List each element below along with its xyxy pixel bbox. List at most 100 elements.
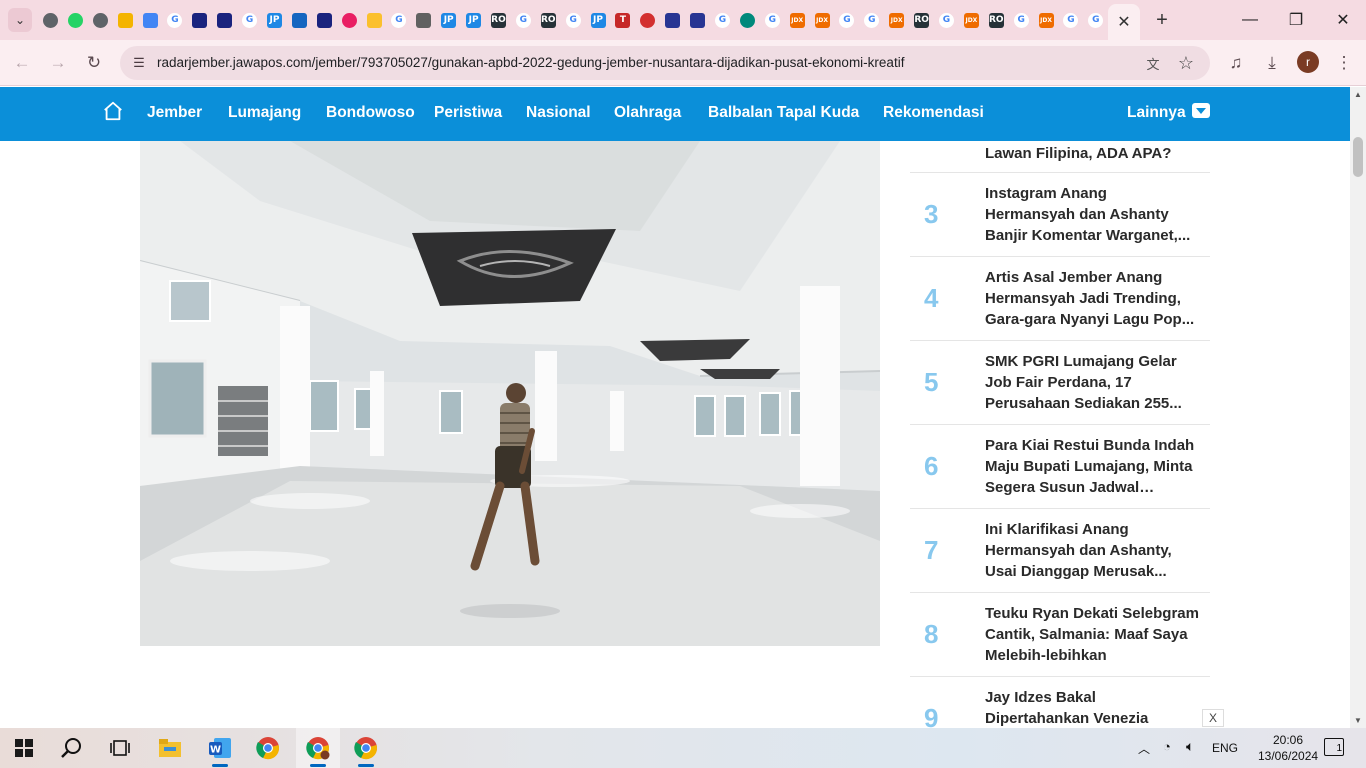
media-controls-icon[interactable]: ♫ xyxy=(1222,49,1250,77)
list-item-title[interactable]: Lawan Filipina, ADA APA? xyxy=(985,143,1200,164)
list-item[interactable]: 6 Para Kiai Restui Bunda Indah Maju Bupa… xyxy=(910,425,1210,509)
nav-item-jember[interactable]: Jember xyxy=(147,104,202,122)
scroll-down-icon[interactable]: ▼ xyxy=(1354,716,1362,725)
pinned-tab[interactable]: G xyxy=(237,8,262,32)
reload-icon[interactable]: ↻ xyxy=(80,49,108,77)
notifications-icon[interactable]: 1 xyxy=(1324,738,1344,756)
list-item-title[interactable]: SMK PGRI Lumajang Gelar Job Fair Perdana… xyxy=(985,351,1200,414)
site-info-icon[interactable]: ☰ xyxy=(128,52,150,74)
chrome-button-2[interactable] xyxy=(344,728,388,768)
volume-icon[interactable]: 🔈︎ xyxy=(1186,738,1194,755)
list-item-title[interactable]: Ini Klarifikasi Anang Hermansyah dan Ash… xyxy=(985,519,1200,582)
task-view-button[interactable] xyxy=(98,728,142,768)
new-tab-button[interactable]: + xyxy=(1150,8,1174,32)
pinned-tab[interactable] xyxy=(635,8,660,32)
pinned-tab[interactable]: T xyxy=(610,8,635,32)
tab-search-chevron-icon[interactable]: ⌄ xyxy=(8,8,32,32)
pinned-tab[interactable]: G xyxy=(835,8,860,32)
pinned-tab[interactable]: JDX xyxy=(810,8,835,32)
home-icon[interactable] xyxy=(102,100,124,122)
pinned-tab[interactable] xyxy=(411,8,436,32)
pinned-tab[interactable] xyxy=(287,8,312,32)
pinned-tab[interactable]: JDX xyxy=(1034,8,1059,32)
pinned-tab[interactable] xyxy=(685,8,710,32)
pinned-tab[interactable]: JP xyxy=(586,8,611,32)
pinned-tab[interactable]: RO xyxy=(536,8,561,32)
pinned-tab[interactable]: JP xyxy=(436,8,461,32)
pinned-tab[interactable] xyxy=(113,8,138,32)
list-item-title[interactable]: Instagram Anang Hermansyah dan Ashanty B… xyxy=(985,183,1200,246)
nav-item-olahraga[interactable]: Olahraga xyxy=(614,104,681,122)
pinned-tab[interactable]: G xyxy=(934,8,959,32)
close-window-icon[interactable]: ✕ xyxy=(1320,8,1366,32)
word-button[interactable]: W xyxy=(198,728,242,768)
nav-item-balbalan[interactable]: Balbalan Tapal Kuda xyxy=(708,104,859,122)
chrome-button[interactable] xyxy=(246,728,290,768)
pinned-tab[interactable]: G xyxy=(511,8,536,32)
list-item[interactable]: 8 Teuku Ryan Dekati Selebgram Cantik, Sa… xyxy=(910,593,1210,677)
downloads-icon[interactable]: ⤓ xyxy=(1258,49,1286,77)
pinned-tab[interactable] xyxy=(735,8,760,32)
menu-icon[interactable]: ⋮ xyxy=(1330,49,1358,77)
list-item-title[interactable]: Teuku Ryan Dekati Selebgram Cantik, Salm… xyxy=(985,603,1200,666)
pinned-tab[interactable]: JDX xyxy=(785,8,810,32)
pinned-tab[interactable]: G xyxy=(561,8,586,32)
back-icon[interactable]: ← xyxy=(8,49,36,77)
network-icon[interactable]: ◔ xyxy=(1163,739,1171,754)
nav-item-peristiwa[interactable]: Peristiwa xyxy=(434,104,502,122)
pinned-tab[interactable] xyxy=(63,8,88,32)
pinned-tab[interactable]: G xyxy=(386,8,411,32)
pinned-tab[interactable]: RO xyxy=(984,8,1009,32)
list-item-title[interactable]: Para Kiai Restui Bunda Indah Maju Bupati… xyxy=(985,435,1200,498)
translate-icon[interactable]: 文 xyxy=(1142,52,1164,74)
bookmark-star-icon[interactable]: ☆ xyxy=(1175,52,1197,74)
scroll-up-icon[interactable]: ▲ xyxy=(1354,90,1362,99)
pinned-tab[interactable]: G xyxy=(1009,8,1034,32)
pinned-tab[interactable]: JP xyxy=(461,8,486,32)
close-ad-button[interactable]: X xyxy=(1202,709,1224,727)
pinned-tab[interactable]: JP xyxy=(262,8,287,32)
chrome-profile-button[interactable] xyxy=(296,728,340,768)
start-button[interactable] xyxy=(2,728,46,768)
list-item[interactable]: 3 Instagram Anang Hermansyah dan Ashanty… xyxy=(910,173,1210,257)
list-item[interactable]: 4 Artis Asal Jember Anang Hermansyah Jad… xyxy=(910,257,1210,341)
nav-item-lumajang[interactable]: Lumajang xyxy=(228,104,301,122)
url-text[interactable]: radarjember.jawapos.com/jember/793705027… xyxy=(157,55,904,70)
pinned-tab[interactable]: G xyxy=(162,8,187,32)
minimize-icon[interactable]: — xyxy=(1227,8,1273,32)
pinned-tab[interactable]: G xyxy=(1059,8,1084,32)
dropdown-caret-icon[interactable] xyxy=(1192,103,1210,118)
language-indicator[interactable]: ENG xyxy=(1212,741,1238,755)
pinned-tab[interactable] xyxy=(312,8,337,32)
pinned-tab[interactable] xyxy=(337,8,362,32)
nav-item-rekomendasi[interactable]: Rekomendasi xyxy=(883,104,984,122)
pinned-tab[interactable] xyxy=(38,8,63,32)
tray-chevron-icon[interactable]: ︿ xyxy=(1138,740,1150,757)
pinned-tab[interactable]: G xyxy=(859,8,884,32)
list-item-title[interactable]: Jay Idzes Bakal Dipertahankan Venezia xyxy=(985,687,1200,728)
pinned-tab[interactable]: JDX xyxy=(884,8,909,32)
list-item-title[interactable]: Artis Asal Jember Anang Hermansyah Jadi … xyxy=(985,267,1200,330)
address-bar[interactable]: ☰ radarjember.jawapos.com/jember/7937050… xyxy=(120,46,1210,80)
list-item[interactable]: 7 Ini Klarifikasi Anang Hermansyah dan A… xyxy=(910,509,1210,593)
page-scrollbar[interactable]: ▲ ▼ xyxy=(1350,87,1366,728)
nav-item-nasional[interactable]: Nasional xyxy=(526,104,591,122)
pinned-tab[interactable] xyxy=(212,8,237,32)
pinned-tab[interactable]: RO xyxy=(486,8,511,32)
list-item[interactable]: 9 Jay Idzes Bakal Dipertahankan Venezia xyxy=(910,677,1210,728)
forward-icon[interactable]: → xyxy=(44,49,72,77)
search-button[interactable] xyxy=(50,728,94,768)
pinned-tab[interactable]: JDX xyxy=(959,8,984,32)
pinned-tab[interactable]: G xyxy=(760,8,785,32)
pinned-tab[interactable]: G xyxy=(1083,8,1108,32)
file-explorer-button[interactable] xyxy=(148,728,192,768)
scrollbar-thumb[interactable] xyxy=(1353,137,1363,177)
pinned-tab[interactable]: RO xyxy=(909,8,934,32)
pinned-tab[interactable] xyxy=(138,8,163,32)
list-item[interactable]: 5 SMK PGRI Lumajang Gelar Job Fair Perda… xyxy=(910,341,1210,425)
nav-item-lainnya[interactable]: Lainnya xyxy=(1127,104,1186,122)
pinned-tab[interactable] xyxy=(362,8,387,32)
restore-icon[interactable]: ❐ xyxy=(1273,8,1319,32)
pinned-tab[interactable] xyxy=(88,8,113,32)
active-tab-close-button[interactable]: ✕ xyxy=(1108,4,1140,40)
